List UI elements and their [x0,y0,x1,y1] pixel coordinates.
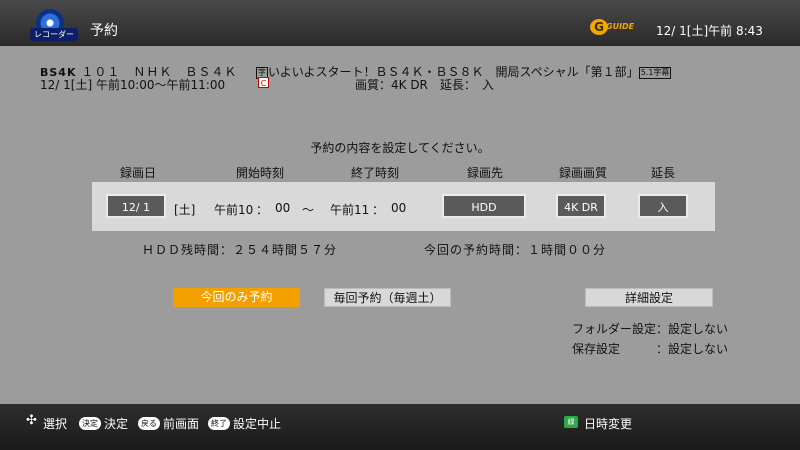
back-key-icon: 戻る [138,417,160,430]
reserve-once-button[interactable]: 今回のみ予約 [173,288,300,307]
start-hour-field[interactable]: 午前10 [214,201,253,218]
disc-caption: レコーダー [30,28,78,41]
instruction-text: 予約の内容を設定してください。 [310,141,490,155]
program-datetime: 12/ 1[土] 午前10:00～午前11:00 [40,78,226,92]
start-minute-field[interactable]: 00 [275,201,290,215]
end-label: 設定中止 [233,417,282,431]
start-separator: ： [256,203,269,217]
green-key-icon: 緑 [564,416,578,428]
program-quality: 画質：4K DR 延長： 入 [355,78,494,92]
bottom-bar: ✣ 選択 決定 決定 戻る 前画面 終了 設定中止 緑 日時変更 [0,404,800,450]
header-quality: 録画画質 [558,166,607,180]
g-guide-text: GUIDE [606,22,635,31]
folder-setting-text: フォルダー設定：設定しない [572,322,729,336]
recorder-disc-icon: レコーダー [30,9,78,43]
ok-label: 決定 [104,417,129,431]
copy-control-icon: C [258,77,269,88]
reservation-duration-text: 今回の予約時間：１時間００分 [424,243,607,257]
save-setting-text: 保存設定 ：設定しない [572,342,729,356]
end-key-icon: 終了 [208,417,230,430]
back-label: 前画面 [163,417,200,431]
ok-key-icon: 決定 [79,417,101,430]
extension-field[interactable]: 入 [638,194,688,218]
destination-field[interactable]: HDD [442,194,526,218]
weekday-text: [土] [174,203,196,217]
change-datetime-label: 日時変更 [584,417,633,431]
reserve-weekly-button[interactable]: 毎回予約（毎週土） [324,288,451,307]
end-hour-field[interactable]: 午前11 [330,201,369,218]
top-bar: レコーダー 予約 G GUIDE 12/ 1[土]午前 8:43 [0,0,800,46]
end-minute-field[interactable]: 00 [391,201,406,215]
time-range-tilde: ～ [302,203,315,217]
date-field[interactable]: 12/ 1 [106,194,166,218]
header-end: 終了時刻 [350,166,399,180]
select-label: 選択 [43,417,68,431]
clock: 12/ 1[土]午前 8:43 [656,24,763,38]
header-dest: 録画先 [466,166,503,180]
dpad-icon: ✣ [26,413,37,428]
hdd-remaining-text: ＨＤＤ残時間：２５４時間５７分 [142,243,338,257]
header-date: 録画日 [119,166,156,180]
g-guide-logo: G GUIDE [590,19,638,35]
quality-field[interactable]: 4K DR [556,194,606,218]
header-start: 開始時刻 [235,166,284,180]
end-separator: ： [372,203,385,217]
audio-caption-mark: 5.1字幕 [638,67,672,79]
page-title: 予約 [90,23,118,39]
detail-settings-button[interactable]: 詳細設定 [585,288,713,307]
header-ext: 延長 [650,166,675,180]
